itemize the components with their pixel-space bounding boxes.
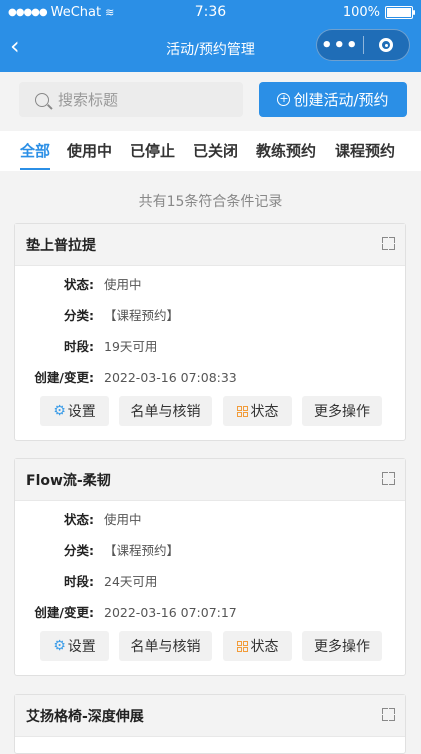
tab-closed[interactable]: 已关闭 bbox=[193, 140, 238, 161]
more-actions-button[interactable]: 更多操作 bbox=[302, 396, 382, 426]
roster-button[interactable]: 名单与核销 bbox=[119, 396, 212, 426]
expand-icon[interactable] bbox=[382, 237, 395, 250]
more-actions-label: 更多操作 bbox=[314, 639, 370, 655]
roster-button[interactable]: 名单与核销 bbox=[119, 631, 212, 661]
battery-label: 100% bbox=[342, 5, 380, 20]
gear-icon: ⚙ bbox=[53, 638, 66, 654]
status-label: 状态: bbox=[64, 512, 94, 527]
period-label: 时段: bbox=[64, 574, 94, 589]
status-value: 使用中 bbox=[104, 512, 142, 527]
grid-icon bbox=[236, 640, 248, 652]
roster-label: 名单与核销 bbox=[130, 404, 201, 420]
settings-button[interactable]: ⚙ 设置 bbox=[40, 631, 109, 661]
search-input[interactable]: 搜索标题 bbox=[19, 82, 243, 117]
grid-icon bbox=[236, 405, 248, 417]
tab-course-booking[interactable]: 课程预约 bbox=[335, 140, 395, 161]
search-icon bbox=[35, 92, 49, 107]
more-actions-label: 更多操作 bbox=[314, 404, 370, 420]
tab-coach-booking[interactable]: 教练预约 bbox=[256, 140, 316, 161]
period-value: 24天可用 bbox=[104, 574, 158, 589]
more-menu-icon[interactable]: ••• bbox=[317, 35, 363, 56]
category-label: 分类: bbox=[64, 308, 94, 323]
settings-button[interactable]: ⚙ 设置 bbox=[40, 396, 109, 426]
battery-icon bbox=[385, 6, 415, 19]
status-button-label: 状态 bbox=[250, 639, 279, 655]
created-label: 创建/变更: bbox=[34, 605, 94, 620]
create-button-label: 创建活动/预约 bbox=[293, 91, 389, 109]
card-title: 垫上普拉提 bbox=[26, 238, 96, 254]
card-title: Flow流-柔韧 bbox=[26, 473, 111, 489]
status-button[interactable]: 状态 bbox=[223, 631, 292, 661]
created-value: 2022-03-16 07:08:33 bbox=[104, 370, 237, 385]
status-value: 使用中 bbox=[104, 277, 142, 292]
roster-label: 名单与核销 bbox=[130, 639, 201, 655]
gear-icon: ⚙ bbox=[53, 403, 66, 419]
settings-label: 设置 bbox=[67, 404, 96, 420]
activity-card: 垫上普拉提 状态: 使用中 分类: 【课程预约】 时段: 19天可用 创建/变更: 20… bbox=[14, 223, 406, 441]
tab-stopped[interactable]: 已停止 bbox=[130, 140, 175, 161]
category-label: 分类: bbox=[64, 543, 94, 558]
period-label: 时段: bbox=[64, 339, 94, 354]
settings-label: 设置 bbox=[67, 639, 96, 655]
record-count: 共有15条符合条件记录 bbox=[138, 194, 283, 210]
search-placeholder: 搜索标题 bbox=[58, 91, 119, 109]
created-value: 2022-03-16 07:07:17 bbox=[104, 605, 237, 620]
status-button-label: 状态 bbox=[250, 404, 279, 420]
expand-icon[interactable] bbox=[382, 472, 395, 485]
create-activity-button[interactable]: + 创建活动/预约 bbox=[259, 82, 407, 117]
activity-card: 艾扬格椅-深度伸展 bbox=[14, 694, 406, 754]
tab-in-use[interactable]: 使用中 bbox=[67, 140, 112, 161]
status-button[interactable]: 状态 bbox=[223, 396, 292, 426]
card-title: 艾扬格椅-深度伸展 bbox=[26, 709, 144, 725]
period-value: 19天可用 bbox=[104, 339, 158, 354]
status-label: 状态: bbox=[64, 277, 94, 292]
created-label: 创建/变更: bbox=[34, 370, 94, 385]
category-value: 【课程预约】 bbox=[104, 543, 180, 558]
add-circle-icon: + bbox=[277, 92, 291, 106]
nav-bar: ‹ 活动/预约管理 ••• bbox=[0, 26, 421, 70]
mini-program-capsule: ••• bbox=[316, 29, 410, 61]
close-mini-program-icon[interactable] bbox=[363, 38, 409, 52]
more-actions-button[interactable]: 更多操作 bbox=[302, 631, 382, 661]
tab-all[interactable]: 全部 bbox=[20, 140, 51, 170]
activity-card: Flow流-柔韧 状态: 使用中 分类: 【课程预约】 时段: 24天可用 创建/变更… bbox=[14, 458, 406, 676]
status-bar: ●●●●● WeChat ≋ 7:36 100% bbox=[0, 0, 421, 26]
expand-icon[interactable] bbox=[382, 708, 395, 721]
category-value: 【课程预约】 bbox=[104, 308, 180, 323]
header-bar: ●●●●● WeChat ≋ 7:36 100% ‹ 活动/预约管理 ••• bbox=[0, 0, 421, 72]
filter-tabs: 全部 使用中 已停止 已关闭 教练预约 课程预约 bbox=[0, 131, 421, 171]
